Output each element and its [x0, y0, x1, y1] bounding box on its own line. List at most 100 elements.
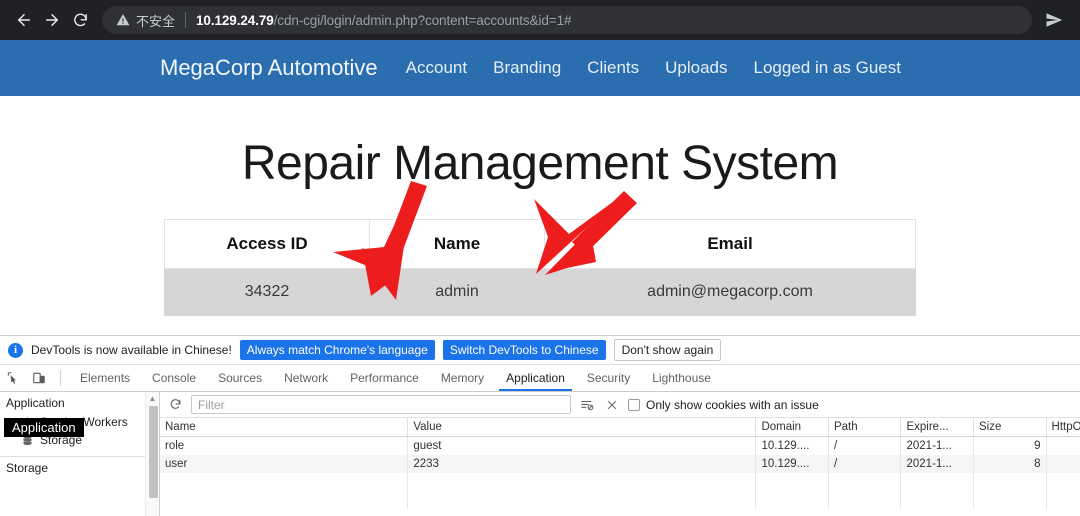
table-row[interactable]: user 2233 10.129.... / 2021-1... 8 — [160, 455, 1080, 473]
cookies-table: Name Value Domain Path Expire... Size Ht… — [160, 418, 1080, 509]
omnibox-divider — [185, 12, 187, 28]
nav-link-uploads[interactable]: Uploads — [665, 58, 727, 78]
toolbar-divider — [60, 370, 61, 386]
cookie-path: / — [828, 455, 902, 473]
cookies-table-container: Name Value Domain Path Expire... Size Ht… — [160, 418, 1080, 516]
close-icon[interactable] — [603, 396, 621, 414]
site-brand[interactable]: MegaCorp Automotive — [160, 55, 378, 81]
accounts-table-wrapper: Access ID Name Email 34322 admin admin@m… — [164, 219, 916, 316]
address-bar[interactable]: 不安全 10.129.24.79/cdn-cgi/login/admin.php… — [102, 6, 1032, 34]
filler-cell — [1046, 473, 1080, 509]
forward-icon[interactable] — [38, 6, 66, 34]
only-issues-checkbox-wrapper[interactable]: Only show cookies with an issue — [628, 398, 819, 412]
refresh-icon[interactable] — [166, 396, 184, 414]
page-content: MegaCorp Automotive Account Branding Cli… — [0, 40, 1080, 335]
cookie-expires: 2021-1... — [900, 436, 974, 455]
tab-elements[interactable]: Elements — [69, 365, 141, 391]
devtools-language-notice: i DevTools is now available in Chinese! … — [0, 336, 1080, 365]
browser-toolbar: 不安全 10.129.24.79/cdn-cgi/login/admin.php… — [0, 0, 1080, 40]
clear-filter-icon[interactable] — [578, 396, 596, 414]
nav-link-logged-in-as-guest[interactable]: Logged in as Guest — [754, 58, 901, 78]
notice-text: DevTools is now available in Chinese! — [31, 343, 232, 357]
accounts-col-email: Email — [544, 219, 916, 269]
filler-cell — [407, 473, 757, 509]
reload-icon[interactable] — [66, 6, 94, 34]
warning-triangle-icon — [116, 13, 130, 27]
cookies-col-size[interactable]: Size — [973, 418, 1047, 437]
cookies-col-name[interactable]: Name — [160, 418, 409, 437]
nav-link-branding[interactable]: Branding — [493, 58, 561, 78]
filler-cell — [900, 473, 974, 509]
page-title: Repair Management System — [241, 137, 839, 190]
cookie-name: role — [160, 436, 409, 455]
tab-performance[interactable]: Performance — [339, 365, 430, 391]
cookie-path: / — [828, 436, 902, 455]
screen: 不安全 10.129.24.79/cdn-cgi/login/admin.php… — [0, 0, 1080, 516]
filter-input[interactable] — [191, 395, 571, 414]
scrollbar-thumb[interactable] — [149, 406, 158, 498]
tab-application[interactable]: Application — [495, 365, 576, 391]
url-text: 10.129.24.79/cdn-cgi/login/admin.php?con… — [196, 13, 571, 28]
cookies-header-row: Name Value Domain Path Expire... Size Ht… — [160, 418, 1080, 437]
cookie-size: 8 — [973, 455, 1047, 473]
back-icon[interactable] — [10, 6, 38, 34]
application-sidebar: Application Service Workers Storage Stor… — [0, 392, 160, 516]
dont-show-again-button[interactable]: Don't show again — [613, 339, 722, 361]
accounts-table-header-row: Access ID Name Email — [164, 219, 916, 269]
sidebar-section-storage: Storage — [6, 461, 49, 475]
cookie-httponly — [1046, 455, 1080, 473]
filler-cell — [755, 473, 829, 509]
cookies-col-httponly[interactable]: HttpOnly — [1046, 418, 1080, 437]
tab-network[interactable]: Network — [273, 365, 339, 391]
filler-cell — [828, 473, 902, 509]
only-issues-label: Only show cookies with an issue — [646, 397, 819, 412]
tab-sources[interactable]: Sources — [207, 365, 273, 391]
cookie-size: 9 — [973, 436, 1047, 455]
cookie-value: guest — [407, 436, 757, 455]
cookie-expires: 2021-1... — [900, 455, 974, 473]
only-issues-checkbox[interactable] — [628, 398, 640, 411]
cookies-toolbar: Only show cookies with an issue — [160, 392, 1080, 418]
accounts-table: Access ID Name Email 34322 admin admin@m… — [164, 219, 916, 316]
nav-link-clients[interactable]: Clients — [587, 58, 639, 78]
account-name: admin — [369, 268, 545, 316]
url-path: /cdn-cgi/login/admin.php?content=account… — [273, 12, 572, 28]
cookie-httponly — [1046, 436, 1080, 455]
table-row[interactable]: role guest 10.129.... / 2021-1... 9 — [160, 436, 1080, 455]
application-tooltip: Application — [4, 418, 84, 437]
tab-console[interactable]: Console — [141, 365, 207, 391]
send-icon[interactable] — [1038, 6, 1070, 34]
devtools-tabbar: Elements Console Sources Network Perform… — [0, 365, 1080, 392]
device-toolbar-icon[interactable] — [26, 365, 52, 391]
cookies-col-expires[interactable]: Expire... — [900, 418, 974, 437]
accounts-col-access-id: Access ID — [164, 219, 370, 269]
info-icon: i — [8, 342, 23, 358]
tab-security[interactable]: Security — [576, 365, 641, 391]
cookies-col-path[interactable]: Path — [828, 418, 902, 437]
cookie-domain: 10.129.... — [755, 455, 829, 473]
always-match-language-button[interactable]: Always match Chrome's language — [239, 340, 435, 360]
cookies-col-value[interactable]: Value — [407, 418, 757, 437]
cookies-pane: Only show cookies with an issue Name — [160, 392, 1080, 516]
devtools-body: Application Service Workers Storage Stor… — [0, 392, 1080, 516]
tab-memory[interactable]: Memory — [430, 365, 495, 391]
account-access-id: 34322 — [164, 268, 370, 316]
site-navbar: MegaCorp Automotive Account Branding Cli… — [0, 40, 1080, 96]
security-status-label: 不安全 — [136, 14, 176, 30]
inspect-element-icon[interactable] — [0, 365, 26, 391]
switch-to-chinese-button[interactable]: Switch DevTools to Chinese — [442, 340, 606, 360]
filler-cell — [973, 473, 1047, 509]
tab-lighthouse[interactable]: Lighthouse — [641, 365, 722, 391]
nav-link-account[interactable]: Account — [406, 58, 467, 78]
cookie-value: 2233 — [407, 455, 757, 473]
scroll-up-icon[interactable]: ▲ — [146, 392, 159, 405]
table-row: 34322 admin admin@megacorp.com — [164, 268, 916, 316]
cookies-col-domain[interactable]: Domain — [755, 418, 829, 437]
sidebar-scrollbar[interactable]: ▲ — [145, 392, 159, 516]
filler-cell — [160, 473, 409, 509]
url-host: 10.129.24.79 — [196, 12, 274, 28]
accounts-col-name: Name — [369, 219, 545, 269]
account-email: admin@megacorp.com — [544, 268, 916, 316]
table-filler-row — [160, 473, 1080, 509]
cookie-domain: 10.129.... — [755, 436, 829, 455]
